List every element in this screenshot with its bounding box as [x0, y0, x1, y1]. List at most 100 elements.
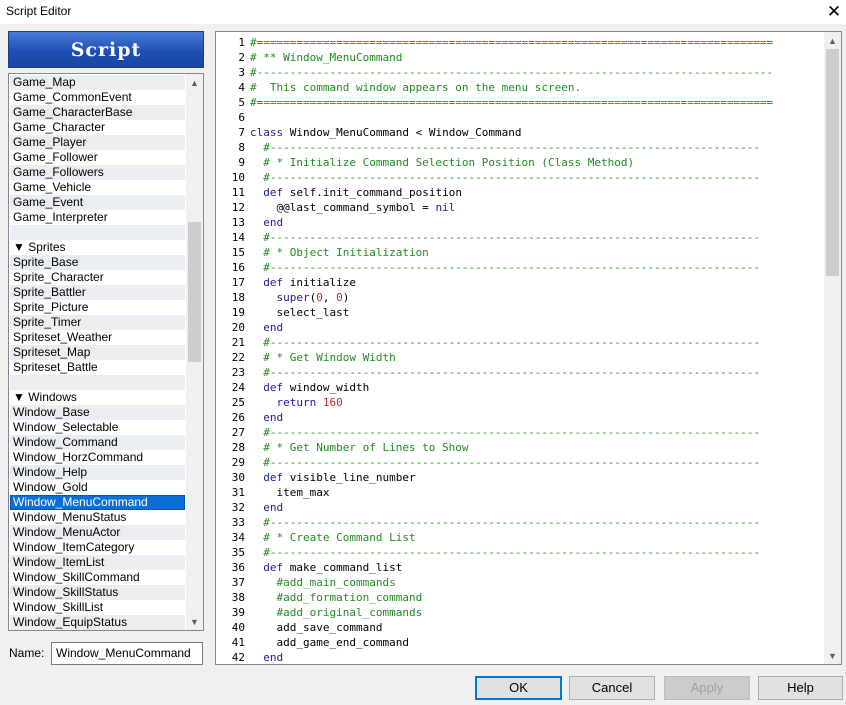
code-line[interactable]: 26 end: [216, 410, 824, 425]
script-list-item[interactable]: Window_ItemList: [10, 555, 185, 570]
code-line[interactable]: 19 select_last: [216, 305, 824, 320]
help-button[interactable]: Help: [758, 676, 843, 700]
code-line[interactable]: 20 end: [216, 320, 824, 335]
script-list-item[interactable]: Sprite_Base: [10, 255, 185, 270]
ok-button[interactable]: OK: [475, 676, 562, 700]
close-icon[interactable]: ✕: [822, 0, 846, 24]
script-list[interactable]: Game_Map Game_CommonEvent Game_CharacterBa…: [8, 73, 204, 631]
script-list-item[interactable]: Spriteset_Weather: [10, 330, 185, 345]
script-list-item[interactable]: Spriteset_Map: [10, 345, 185, 360]
code-line[interactable]: 41 add_game_end_command: [216, 635, 824, 650]
line-number: 22: [231, 351, 245, 364]
code-line[interactable]: 22 # * Get Window Width: [216, 350, 824, 365]
code-token: def: [250, 471, 290, 484]
code-line[interactable]: 42 end: [216, 650, 824, 664]
code-line[interactable]: 39 #add_original_commands: [216, 605, 824, 620]
code-line[interactable]: 14 #------------------------------------…: [216, 230, 824, 245]
code-line[interactable]: 7 class Window_MenuCommand < Window_Comma…: [216, 125, 824, 140]
scroll-up-icon[interactable]: ▲: [186, 74, 203, 91]
script-list-item[interactable]: Window_SkillCommand: [10, 570, 185, 585]
script-list-item[interactable]: Game_Character: [10, 120, 185, 135]
code-line[interactable]: 29 #------------------------------------…: [216, 455, 824, 470]
script-list-item[interactable]: Game_CommonEvent: [10, 90, 185, 105]
script-list-item[interactable]: Window_Command: [10, 435, 185, 450]
script-list-item[interactable]: Game_Event: [10, 195, 185, 210]
script-list-item[interactable]: Window_HorzCommand: [10, 450, 185, 465]
code-line[interactable]: 6: [216, 110, 824, 125]
script-group-header[interactable]: ▼ Sprites: [10, 240, 185, 255]
script-list-item[interactable]: Window_MenuActor: [10, 525, 185, 540]
script-list-item[interactable]: Window_MenuCommand: [10, 495, 185, 510]
scrollbar-thumb[interactable]: [188, 221, 201, 363]
line-number: 42: [231, 651, 245, 664]
code-line[interactable]: 31 item_max: [216, 485, 824, 500]
script-list-item[interactable]: Window_ItemCategory: [10, 540, 185, 555]
script-list-item[interactable]: Spriteset_Battle: [10, 360, 185, 375]
script-list-item[interactable]: Window_SkillStatus: [10, 585, 185, 600]
code-line[interactable]: 38 #add_formation_command: [216, 590, 824, 605]
editor-scrollbar[interactable]: ▲ ▼: [824, 32, 841, 664]
code-line[interactable]: 24 def window_width: [216, 380, 824, 395]
code-line[interactable]: 15 # * Object Initialization: [216, 245, 824, 260]
code-line[interactable]: 40 add_save_command: [216, 620, 824, 635]
scroll-up-icon[interactable]: ▲: [824, 32, 841, 49]
code-line[interactable]: 1 #======================================…: [216, 35, 824, 50]
code-line[interactable]: 10 #------------------------------------…: [216, 170, 824, 185]
code-line[interactable]: 34 # * Create Command List: [216, 530, 824, 545]
script-list-item[interactable]: Sprite_Picture: [10, 300, 185, 315]
script-list-item[interactable]: Window_EquipStatus: [10, 615, 185, 630]
line-text: def visible_line_number: [248, 470, 415, 485]
code-line[interactable]: 18 super(0, 0): [216, 290, 824, 305]
code-line[interactable]: 4 # This command window appears on the me…: [216, 80, 824, 95]
code-line[interactable]: 33 #------------------------------------…: [216, 515, 824, 530]
code-line[interactable]: 28 # * Get Number of Lines to Show: [216, 440, 824, 455]
script-list-item[interactable]: Game_Map: [10, 75, 185, 90]
code-line[interactable]: 13 end: [216, 215, 824, 230]
script-list-scrollbar[interactable]: ▲ ▼: [186, 74, 203, 630]
script-list-item[interactable]: Window_SkillList: [10, 600, 185, 615]
script-list-item[interactable]: Window_Base: [10, 405, 185, 420]
scrollbar-thumb[interactable]: [826, 49, 839, 277]
script-group-header[interactable]: ▼ Windows: [10, 390, 185, 405]
script-list-item[interactable]: Game_Follower: [10, 150, 185, 165]
script-list-item[interactable]: Sprite_Character: [10, 270, 185, 285]
scroll-down-icon[interactable]: ▼: [824, 647, 841, 664]
code-line[interactable]: 35 #------------------------------------…: [216, 545, 824, 560]
code-line[interactable]: 37 #add_main_commands: [216, 575, 824, 590]
code-line[interactable]: 21 #------------------------------------…: [216, 335, 824, 350]
code-line[interactable]: 2 # ** Window_MenuCommand: [216, 50, 824, 65]
script-list-item[interactable]: Sprite_Timer: [10, 315, 185, 330]
code-line[interactable]: 11 def self.init_command_position: [216, 185, 824, 200]
name-input[interactable]: Window_MenuCommand: [51, 642, 203, 665]
code-line[interactable]: 17 def initialize: [216, 275, 824, 290]
code-line[interactable]: 3 #--------------------------------------…: [216, 65, 824, 80]
script-list-item[interactable]: Game_CharacterBase: [10, 105, 185, 120]
code-token: self.init_command_position: [289, 186, 462, 199]
script-list-item[interactable]: Window_MenuStatus: [10, 510, 185, 525]
code-line[interactable]: 27 #------------------------------------…: [216, 425, 824, 440]
script-list-item[interactable]: Game_Interpreter: [10, 210, 185, 225]
code-line[interactable]: 12 @@last_command_symbol = nil: [216, 200, 824, 215]
code-line[interactable]: 25 return 160: [216, 395, 824, 410]
script-list-item[interactable]: Game_Player: [10, 135, 185, 150]
script-list-item[interactable]: Game_Vehicle: [10, 180, 185, 195]
code-line[interactable]: 5 #======================================…: [216, 95, 824, 110]
code-line[interactable]: 8 #-------------------------------------…: [216, 140, 824, 155]
code-line[interactable]: 32 end: [216, 500, 824, 515]
code-line[interactable]: 9 # * Initialize Command Selection Posit…: [216, 155, 824, 170]
scroll-down-icon[interactable]: ▼: [186, 613, 203, 630]
script-list-item[interactable]: Game_Followers: [10, 165, 185, 180]
code-line[interactable]: 36 def make_command_list: [216, 560, 824, 575]
code-editor[interactable]: 1 #======================================…: [215, 31, 842, 665]
script-list-item[interactable]: Window_Help: [10, 465, 185, 480]
code-line[interactable]: 16 #------------------------------------…: [216, 260, 824, 275]
script-list-item[interactable]: Window_Selectable: [10, 420, 185, 435]
cancel-button[interactable]: Cancel: [569, 676, 655, 700]
apply-button[interactable]: Apply: [664, 676, 750, 700]
script-list-item[interactable]: Window_Gold: [10, 480, 185, 495]
code-area[interactable]: 1 #======================================…: [216, 35, 824, 664]
script-list-item[interactable]: Sprite_Battler: [10, 285, 185, 300]
code-line[interactable]: 23 #------------------------------------…: [216, 365, 824, 380]
code-token: #=======================================…: [250, 36, 774, 49]
code-line[interactable]: 30 def visible_line_number: [216, 470, 824, 485]
